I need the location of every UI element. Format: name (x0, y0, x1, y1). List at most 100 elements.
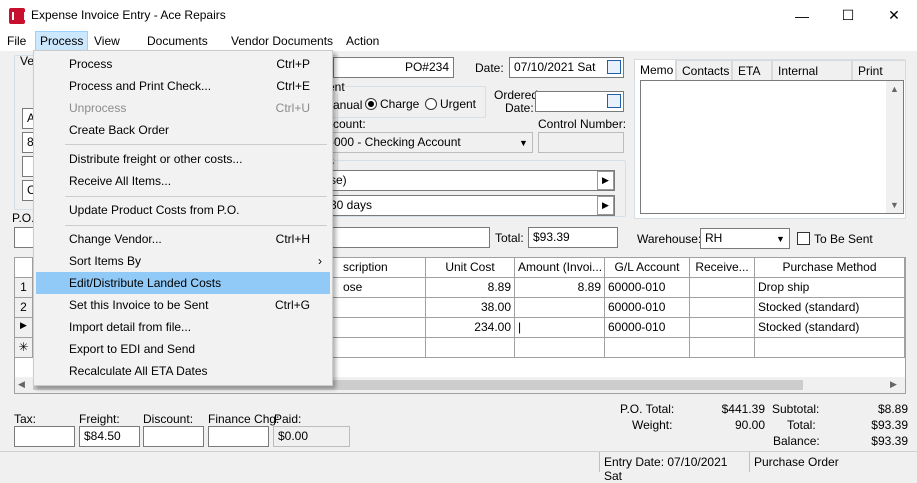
menu-item-import-detail[interactable]: Import detail from file... (36, 316, 330, 338)
menu-item-set-invoice-to-be-sent[interactable]: Set this Invoice to be Sent Ctrl+G (36, 294, 330, 316)
column-header-gl-account[interactable]: G/L Account (605, 258, 690, 278)
menu-action[interactable]: Action (346, 34, 379, 48)
discount-label: Discount: (143, 412, 194, 426)
radio-selected-icon (365, 98, 377, 110)
chevron-down-icon: ▼ (776, 233, 785, 244)
cell-receive[interactable] (690, 338, 755, 358)
memo-textarea[interactable] (640, 80, 904, 214)
new-row-icon[interactable]: ✳ (15, 338, 33, 358)
cell-purchase-method[interactable] (755, 338, 905, 358)
tab-internal-notes[interactable]: Internal Notes (772, 60, 852, 92)
finance-charge-field[interactable] (208, 426, 269, 447)
menu-item-sort-items-by[interactable]: Sort Items By › (36, 250, 330, 272)
cell-gl-account[interactable]: 60000-010 (605, 278, 690, 298)
tax-field[interactable] (14, 426, 75, 447)
calendar-icon[interactable] (607, 60, 621, 74)
total-field[interactable]: $93.39 (528, 227, 618, 248)
cell-unit-cost[interactable]: 38.00 (426, 298, 515, 318)
tab-memo[interactable]: Memo (634, 59, 676, 80)
warehouse-label: Warehouse: (637, 232, 702, 246)
po-label: P.O. (12, 211, 35, 225)
account-combo[interactable]: -000 - Checking Account ▼ (325, 132, 533, 153)
menu-item-distribute-freight[interactable]: Distribute freight or other costs... (36, 148, 330, 170)
balance-label: Balance: (773, 434, 820, 448)
cell-amount-editing[interactable]: | (515, 318, 605, 338)
scroll-down-icon[interactable]: ▼ (890, 200, 899, 210)
current-row-icon[interactable]: ▶ (15, 318, 33, 338)
cell-unit-cost[interactable]: 8.89 (426, 278, 515, 298)
cell-amount[interactable]: 8.89 (515, 278, 605, 298)
cell-receive[interactable] (690, 298, 755, 318)
cell-amount[interactable] (515, 298, 605, 318)
cell-receive[interactable] (690, 318, 755, 338)
menu-item-change-vendor[interactable]: Change Vendor... Ctrl+H (36, 228, 330, 250)
paid-field: $0.00 (273, 426, 350, 447)
cell-amount[interactable] (515, 338, 605, 358)
date-label: Date: (475, 61, 504, 75)
to-be-sent-label: To Be Sent (814, 232, 873, 246)
scroll-right-icon[interactable]: ▶ (890, 379, 897, 390)
warehouse-combo[interactable]: RH ▼ (700, 228, 790, 249)
menu-vendor-documents[interactable]: Vendor Documents (231, 34, 333, 48)
control-number-field[interactable] (538, 132, 624, 153)
menu-item-update-product-costs[interactable]: Update Product Costs from P.O. (36, 199, 330, 221)
column-header-unit-cost[interactable]: Unit Cost (426, 258, 515, 278)
menu-item-process-and-print-check[interactable]: Process and Print Check... Ctrl+E (36, 75, 330, 97)
terms-combo-1[interactable]: se) ▶ (325, 170, 615, 191)
cell-gl-account[interactable]: 60000-010 (605, 298, 690, 318)
urgent-radio[interactable]: Urgent (425, 97, 476, 111)
weight-value: 90.00 (734, 418, 765, 432)
maximize-button[interactable]: ☐ (825, 0, 871, 31)
charge-radio[interactable]: Charge (365, 97, 419, 111)
menu-process[interactable]: Process (35, 31, 89, 51)
tab-print-log[interactable]: Print Log (852, 60, 906, 92)
scroll-up-icon[interactable]: ▲ (890, 84, 899, 94)
cell-unit-cost[interactable] (426, 338, 515, 358)
scroll-left-icon[interactable]: ◀ (18, 379, 25, 390)
menu-item-export-edi[interactable]: Export to EDI and Send (36, 338, 330, 360)
cell-purchase-method[interactable]: Drop ship (755, 278, 905, 298)
menu-documents[interactable]: Documents (147, 34, 208, 48)
cell-unit-cost[interactable]: 234.00 (426, 318, 515, 338)
chevron-right-icon[interactable]: ▶ (597, 171, 614, 190)
cell-gl-account[interactable] (605, 338, 690, 358)
menu-item-create-back-order[interactable]: Create Back Order (36, 119, 330, 141)
menu-separator (65, 196, 327, 197)
menu-file[interactable]: File (7, 34, 26, 48)
menu-item-recalculate-eta[interactable]: Recalculate All ETA Dates (36, 360, 330, 382)
ordered-date-field[interactable] (535, 91, 624, 112)
row-header[interactable]: 2 (15, 298, 33, 318)
date-field[interactable]: 07/10/2021 Sat (509, 57, 624, 78)
status-entry-date: Entry Date: 07/10/2021 Sat (599, 452, 749, 483)
calendar-icon[interactable] (607, 94, 621, 108)
memo-scrollbar[interactable] (886, 81, 903, 213)
po-reference-field[interactable] (325, 227, 490, 248)
po-total-label: P.O. Total: (620, 402, 675, 416)
total-label: Total: (495, 231, 524, 245)
minimize-button[interactable]: — (779, 0, 825, 31)
cell-purchase-method[interactable]: Stocked (standard) (755, 318, 905, 338)
cell-purchase-method[interactable]: Stocked (standard) (755, 298, 905, 318)
column-header-purchase-method[interactable]: Purchase Method (755, 258, 905, 278)
discount-field[interactable] (143, 426, 204, 447)
terms-combo-2[interactable]: 30 days ▶ (325, 195, 615, 216)
freight-field[interactable]: $84.50 (79, 426, 140, 447)
menu-item-process[interactable]: Process Ctrl+P (36, 53, 330, 75)
cell-gl-account[interactable]: 60000-010 (605, 318, 690, 338)
to-be-sent-checkbox[interactable] (797, 232, 810, 245)
chevron-right-icon[interactable]: ▶ (597, 196, 614, 215)
menu-view[interactable]: View (94, 34, 120, 48)
ordered-date-label-1: Ordered (494, 88, 539, 102)
menu-item-receive-all-items[interactable]: Receive All Items... (36, 170, 330, 192)
po-number-field[interactable]: PO#234 (333, 57, 454, 78)
finance-charge-label: Finance Chg: (208, 412, 280, 426)
tab-eta[interactable]: ETA (732, 60, 772, 80)
tab-contacts[interactable]: Contacts (676, 60, 732, 80)
column-header-receive[interactable]: Receive... (690, 258, 755, 278)
menu-item-edit-distribute-landed-costs[interactable]: Edit/Distribute Landed Costs (36, 272, 330, 294)
column-header-amount[interactable]: Amount (Invoi... (515, 258, 605, 278)
cell-receive[interactable] (690, 278, 755, 298)
row-header[interactable]: 1 (15, 278, 33, 298)
close-button[interactable]: ✕ (871, 0, 917, 31)
vendor-label: Ve (20, 54, 35, 68)
